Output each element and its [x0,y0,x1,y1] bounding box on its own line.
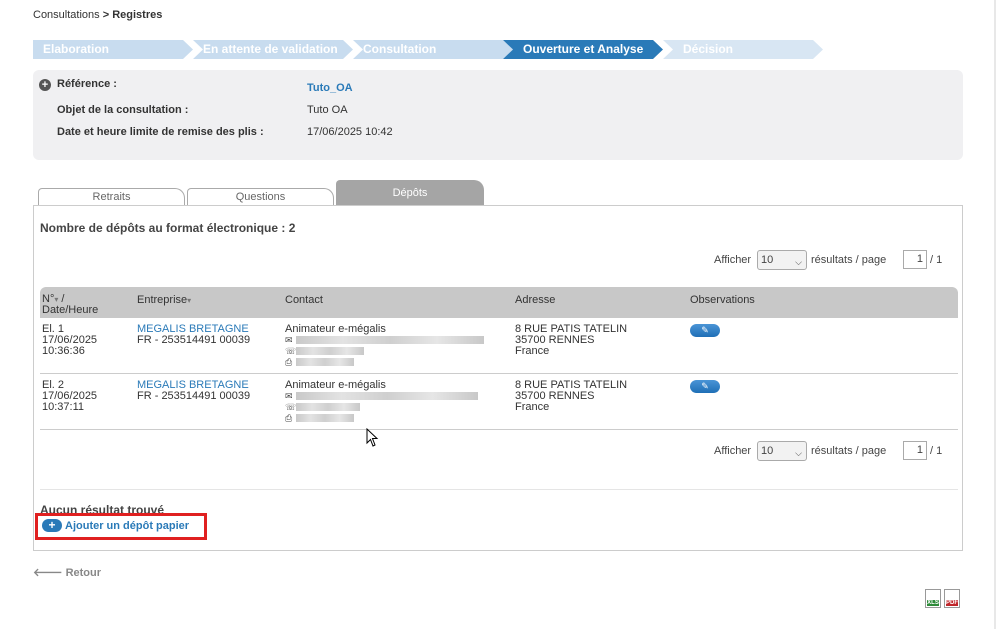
mouse-cursor-icon [366,428,379,447]
per-page-select[interactable]: 10 ⌵ [757,250,807,270]
redacted-email [296,336,484,345]
col-num-date[interactable]: N°▾ / Date/Heure [42,294,98,316]
section-divider [40,489,958,490]
pager-results-label: résultats / page [811,254,887,266]
workflow-steps: Elaboration En attente de validation Con… [33,40,833,59]
mail-icon: ✉ [285,335,293,345]
redacted-phone [296,347,364,356]
breadcrumb-parent[interactable]: Consultations [33,9,100,21]
step-elaboration: Elaboration [33,40,193,59]
redacted-fax [296,358,354,367]
redacted-fax [296,414,354,423]
plus-icon: + [42,519,62,532]
back-link[interactable]: 🡐 Retour [33,565,101,579]
page-total: / 1 [930,254,943,266]
export-pdf-icon[interactable]: PDF [944,589,960,608]
chevron-down-icon: ⌵ [795,257,802,267]
pager-top: Afficher 10 ⌵ résultats / page 1 / 1 [714,250,954,270]
row-entreprise: MEGALIS BRETAGNE FR - 253514491 00039 [137,379,251,402]
tab-retraits[interactable]: Retraits [38,188,185,205]
chevron-down-icon: ⌵ [795,448,802,458]
add-paper-deposit-button[interactable]: + Ajouter un dépôt papier [42,519,189,534]
row-adresse: 8 RUE PATIS TATELIN 35700 RENNES France [515,323,628,357]
redacted-email [296,392,478,401]
add-paper-highlight: + Ajouter un dépôt papier [35,513,207,540]
edit-observation-button[interactable]: ✎ [690,380,720,393]
consultation-summary: + Référence : Tuto_OA Objet de la consul… [33,70,963,160]
date-limite-value: 17/06/2025 10:42 [307,126,393,138]
fax-icon: ⎙ [285,413,293,423]
table-row: El. 1 17/06/2025 10:36:36 MEGALIS BRETAG… [40,318,958,374]
row-adresse: 8 RUE PATIS TATELIN 35700 RENNES France [515,379,628,413]
depots-table-header: N°▾ / Date/Heure Entreprise▾ Contact Adr… [40,287,958,318]
pager-bottom: Afficher 10 ⌵ résultats / page 1 / 1 [714,441,954,461]
pager-results-label: résultats / page [811,445,887,457]
pencil-icon: ✎ [701,381,709,391]
redacted-phone [296,403,360,412]
pencil-icon: ✎ [701,325,709,335]
row-entreprise: MEGALIS BRETAGNE FR - 253514491 00039 [137,323,251,346]
col-adresse: Adresse [515,294,556,306]
row-num-date: El. 1 17/06/2025 10:36:36 [42,323,98,357]
page-input[interactable]: 1 [903,250,927,269]
mail-icon: ✉ [285,391,293,401]
phone-icon: ☏ [285,346,297,356]
breadcrumb-current: Registres [112,9,163,21]
breadcrumb-separator: > [102,9,110,21]
col-observations: Observations [690,294,755,306]
per-page-select[interactable]: 10 ⌵ [757,441,807,461]
page-input[interactable]: 1 [903,441,927,460]
col-entreprise[interactable]: Entreprise▾ [137,294,191,306]
tab-questions[interactable]: Questions [187,188,334,205]
phone-icon: ☏ [285,402,297,412]
export-xls-icon[interactable]: XLS [925,589,941,608]
row-num-date: El. 2 17/06/2025 10:37:11 [42,379,98,413]
date-limite-label: Date et heure limite de remise des plis … [57,126,264,138]
fax-icon: ⎙ [285,357,293,367]
step-consultation: Consultation [353,40,513,59]
step-decision: Décision [663,40,823,59]
row-contact: Animateur e-mégalis ✉ ☏ ⎙ [285,324,484,368]
col-contact: Contact [285,294,323,306]
tab-depots[interactable]: Dépôts [336,180,484,205]
pager-show-label: Afficher [714,254,752,266]
edit-observation-button[interactable]: ✎ [690,324,720,337]
expand-plus-icon[interactable]: + [39,79,51,91]
breadcrumb: Consultations > Registres [33,9,162,21]
step-ouverture-analyse: Ouverture et Analyse [503,40,663,59]
objet-value: Tuto OA [307,104,348,116]
arrow-left-icon: 🡐 [33,567,63,579]
reference-label: Référence : [57,78,117,90]
table-row: El. 2 17/06/2025 10:37:11 MEGALIS BRETAG… [40,374,958,430]
page-total: / 1 [930,445,943,457]
depots-panel: Nombre de dépôts au format électronique … [33,205,963,551]
pager-show-label: Afficher [714,445,752,457]
objet-label: Objet de la consultation : [57,104,189,116]
row-contact: Animateur e-mégalis ✉ ☏ ⎙ [285,380,478,424]
step-en-attente: En attente de validation [193,40,353,59]
depots-count: Nombre de dépôts au format électronique … [40,221,296,235]
reference-link[interactable]: Tuto_OA [307,82,353,94]
